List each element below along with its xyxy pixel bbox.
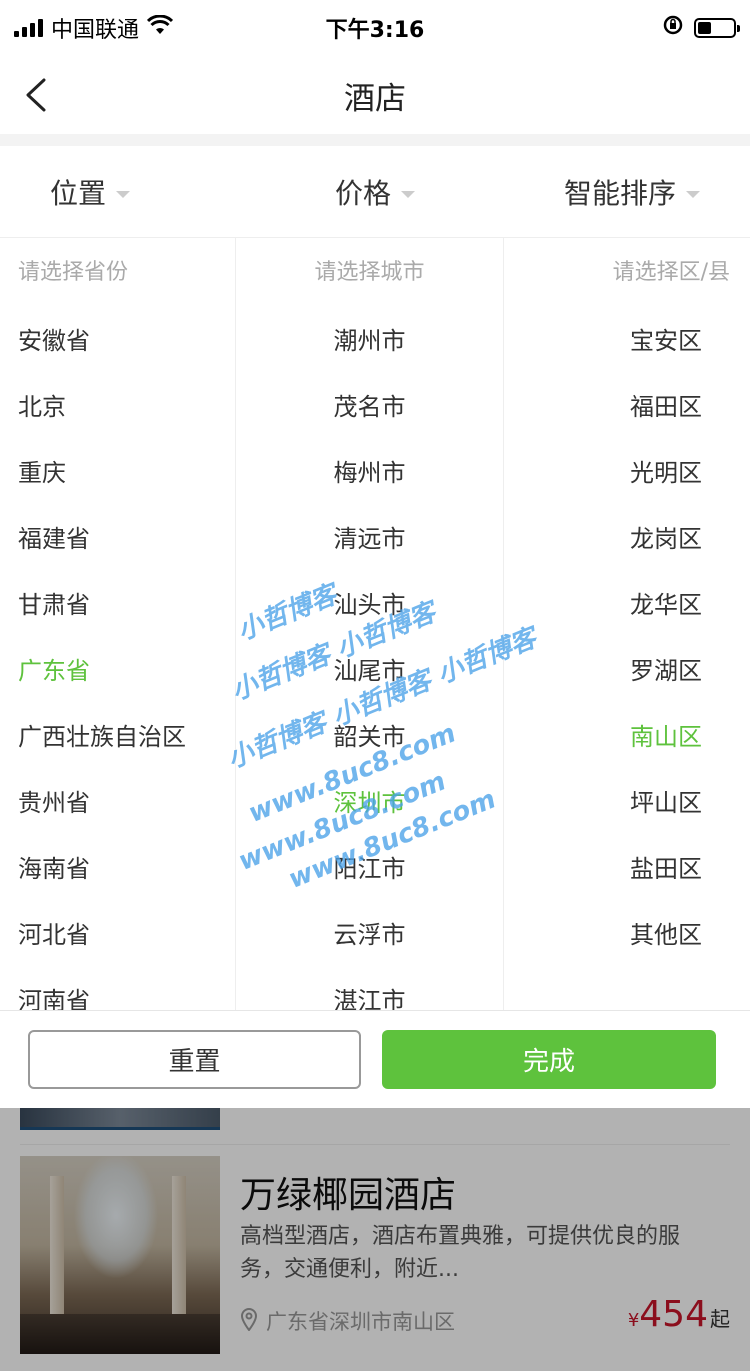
city-item[interactable]: 韶关市 bbox=[236, 704, 503, 770]
district-item[interactable]: 龙岗区 bbox=[504, 506, 750, 572]
battery-icon bbox=[694, 18, 740, 38]
district-item[interactable]: 光明区 bbox=[504, 440, 750, 506]
city-item[interactable]: 清远市 bbox=[236, 506, 503, 572]
carrier-label: 中国联通 bbox=[51, 18, 140, 43]
city-item[interactable]: 湛江市 bbox=[236, 968, 503, 1010]
district-item-selected[interactable]: 南山区 bbox=[504, 704, 750, 770]
wifi-icon bbox=[146, 14, 174, 41]
city-item[interactable]: 云浮市 bbox=[236, 902, 503, 968]
city-placeholder: 请选择城市 bbox=[314, 260, 425, 285]
district-item[interactable]: 盐田区 bbox=[504, 836, 750, 902]
back-arrow-icon[interactable] bbox=[24, 78, 58, 112]
province-item[interactable]: 海南省 bbox=[0, 836, 235, 902]
province-item[interactable]: 安徽省 bbox=[0, 308, 235, 374]
district-item[interactable]: 龙华区 bbox=[504, 572, 750, 638]
district-item[interactable]: 宝安区 bbox=[504, 308, 750, 374]
city-item-selected[interactable]: 深圳市 bbox=[236, 770, 503, 836]
city-item[interactable]: 茂名市 bbox=[236, 374, 503, 440]
filter-location-label: 位置 bbox=[50, 176, 107, 210]
city-item[interactable]: 阳江市 bbox=[236, 836, 503, 902]
city-item[interactable]: 汕尾市 bbox=[236, 638, 503, 704]
province-item[interactable]: 甘肃省 bbox=[0, 572, 235, 638]
district-item[interactable]: 坪山区 bbox=[504, 770, 750, 836]
caret-down-icon bbox=[401, 191, 416, 198]
city-item[interactable]: 梅州市 bbox=[236, 440, 503, 506]
rotation-lock-icon bbox=[662, 14, 684, 42]
filter-sort-label: 智能排序 bbox=[564, 176, 677, 210]
city-item[interactable]: 汕头市 bbox=[236, 572, 503, 638]
province-item[interactable]: 北京 bbox=[0, 374, 235, 440]
picker-action-bar: 重置 完成 bbox=[0, 1010, 750, 1108]
province-item[interactable]: 重庆 bbox=[0, 440, 235, 506]
province-column[interactable]: 请选择省份 安徽省 北京 重庆 福建省 甘肃省 广东省 广西壮族自治区 贵州省 … bbox=[0, 238, 236, 1010]
district-item[interactable]: 罗湖区 bbox=[504, 638, 750, 704]
dim-overlay[interactable] bbox=[0, 1108, 750, 1371]
province-placeholder: 请选择省份 bbox=[18, 260, 129, 285]
filter-sort[interactable]: 智能排序 bbox=[483, 146, 750, 237]
filter-price-label: 价格 bbox=[335, 176, 392, 210]
nav-bar: 酒店 bbox=[0, 56, 750, 134]
filter-price[interactable]: 价格 bbox=[267, 146, 484, 237]
filter-bar: 位置 价格 智能排序 bbox=[0, 146, 750, 238]
district-placeholder: 请选择区/县 bbox=[612, 260, 730, 285]
city-item[interactable]: 潮州市 bbox=[236, 308, 503, 374]
status-right bbox=[662, 14, 740, 42]
region-picker: 请选择省份 安徽省 北京 重庆 福建省 甘肃省 广东省 广西壮族自治区 贵州省 … bbox=[0, 238, 750, 1010]
signal-icon bbox=[14, 19, 43, 37]
district-column[interactable]: 请选择区/县 宝安区 福田区 光明区 龙岗区 龙华区 罗湖区 南山区 坪山区 盐… bbox=[504, 238, 750, 1010]
reset-button[interactable]: 重置 bbox=[28, 1030, 361, 1089]
filter-location[interactable]: 位置 bbox=[0, 146, 267, 237]
done-button[interactable]: 完成 bbox=[382, 1030, 716, 1089]
province-item-selected[interactable]: 广东省 bbox=[0, 638, 235, 704]
caret-down-icon bbox=[686, 191, 701, 198]
province-item[interactable]: 贵州省 bbox=[0, 770, 235, 836]
city-column[interactable]: 请选择城市 潮州市 茂名市 梅州市 清远市 汕头市 汕尾市 韶关市 深圳市 阳江… bbox=[236, 238, 504, 1010]
district-item[interactable]: 其他区 bbox=[504, 902, 750, 968]
page-title: 酒店 bbox=[344, 80, 406, 117]
province-item[interactable]: 河北省 bbox=[0, 902, 235, 968]
caret-down-icon bbox=[116, 191, 131, 198]
province-item[interactable]: 广西壮族自治区 bbox=[0, 704, 235, 770]
status-left: 中国联通 bbox=[14, 12, 174, 44]
district-item[interactable]: 福田区 bbox=[504, 374, 750, 440]
province-item[interactable]: 河南省 bbox=[0, 968, 235, 1010]
status-bar: 中国联通 下午3:16 bbox=[0, 0, 750, 56]
province-item[interactable]: 福建省 bbox=[0, 506, 235, 572]
section-divider bbox=[0, 134, 750, 146]
